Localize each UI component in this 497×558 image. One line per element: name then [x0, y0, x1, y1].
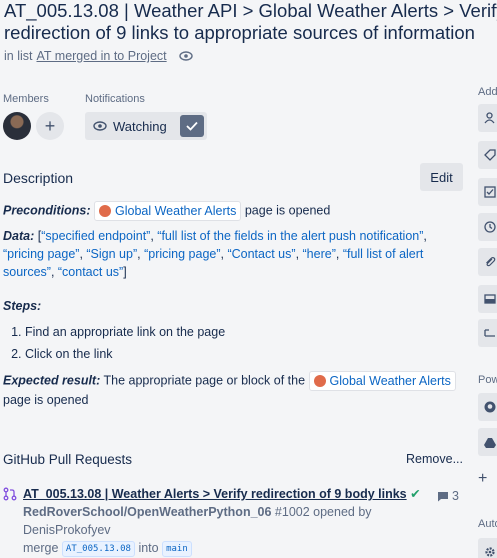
preconditions-suffix: page is opened — [244, 203, 331, 218]
step-item: Click on the link — [25, 345, 463, 363]
expected-chip-label: Global Weather Alerts — [329, 374, 451, 388]
pr-author: DenisProkofyev — [23, 523, 111, 537]
person-icon — [484, 112, 495, 124]
card-title[interactable]: AT_005.13.08 | Weather API > Global Weat… — [4, 0, 497, 44]
sidebar-dates-button[interactable] — [478, 213, 497, 241]
sidebar-checklist-button[interactable] — [478, 178, 497, 206]
sidebar-automation-button[interactable] — [478, 538, 497, 558]
github-heading: GitHub Pull Requests — [3, 452, 133, 467]
expected-result-line: Expected result: The appropriate page or… — [3, 371, 463, 409]
card-title-line-2: redirection of 9 links to appropriate so… — [4, 22, 475, 43]
pr-number: #1002 opened by — [274, 505, 372, 519]
sidebar-add-label: Add — [478, 86, 497, 98]
expected-card-chip[interactable]: Global Weather Alerts — [308, 371, 456, 391]
sidebar-members-button[interactable] — [478, 104, 497, 132]
cover-icon — [484, 294, 496, 304]
card-title-line-1: AT_005.13.08 | Weather API > Global Weat… — [4, 0, 497, 21]
preconditions-line: Preconditions: Global Weather Alerts pag… — [3, 201, 463, 221]
target-branch: main — [162, 540, 192, 557]
sidebar-powerups-label: Pow — [478, 374, 497, 386]
data-item-link[interactable]: “Sign up” — [86, 247, 137, 261]
sidebar-attachment-button[interactable] — [478, 248, 497, 276]
data-item-link[interactable]: “Contact us” — [227, 247, 295, 261]
data-line: Data: [“specified endpoint”, “full list … — [3, 229, 427, 279]
description-body[interactable]: Preconditions: Global Weather Alerts pag… — [3, 201, 463, 409]
edit-description-button[interactable]: Edit — [420, 163, 463, 191]
data-item-link[interactable]: “specified endpoint” — [41, 229, 150, 243]
steps-label: Steps: — [3, 299, 42, 313]
sidebar-add-powerup-button[interactable]: + — [478, 470, 487, 488]
pull-request-icon — [3, 487, 17, 501]
in-list-prefix: in list — [4, 49, 33, 63]
data-item-link[interactable]: “pricing page” — [144, 247, 220, 261]
card-link-icon — [99, 205, 111, 217]
data-items: “specified endpoint”, “full list of the … — [3, 229, 427, 279]
paperclip-icon — [486, 257, 496, 267]
expected-text: The appropriate page or block of the — [103, 373, 306, 388]
in-list-row: in list AT merged in to Project — [4, 49, 193, 63]
expected-suffix: page is opened — [3, 393, 89, 407]
preconditions-chip-label: Global Weather Alerts — [115, 204, 237, 218]
data-item-link[interactable]: “full list of the fields in the alert pu… — [157, 229, 423, 243]
source-branch: AT_005.13.08 — [61, 540, 135, 557]
card-main: AT_005.13.08 | Weather API > Global Weat… — [0, 0, 497, 558]
sidebar-custom-fields-button[interactable] — [478, 319, 497, 347]
notifications-label: Notifications — [85, 93, 145, 105]
github-icon — [484, 401, 496, 413]
data-label: Data: — [3, 229, 35, 243]
description-heading: Description — [3, 170, 74, 186]
sidebar-drive-button[interactable] — [478, 428, 497, 456]
card-sidebar: Add Pow + Auto — [472, 0, 497, 558]
watch-button[interactable]: Watching — [85, 112, 207, 140]
watching-eye-icon — [178, 51, 193, 61]
members-label: Members — [3, 93, 49, 105]
add-member-button[interactable]: + — [36, 112, 64, 140]
tag-icon — [484, 149, 496, 161]
data-item-link[interactable]: “pricing page” — [3, 247, 79, 261]
github-header: GitHub Pull Requests Remove... — [3, 452, 463, 467]
pr-comment-count: 3 — [452, 489, 459, 503]
eye-icon — [93, 121, 107, 131]
sidebar-github-button[interactable] — [478, 393, 497, 421]
pr-title-link[interactable]: AT_005.13.08 | Weather Alerts > Verify r… — [23, 487, 407, 501]
plus-icon: + — [44, 115, 56, 136]
check-icon: ✔ — [410, 487, 421, 501]
drive-icon — [484, 437, 496, 448]
pr-comments: 3 — [437, 487, 459, 505]
sidebar-automation-label: Auto — [478, 518, 497, 530]
checklist-icon — [484, 186, 496, 198]
watching-check-icon — [180, 115, 204, 137]
watch-label: Watching — [113, 118, 167, 134]
list-name-link[interactable]: AT merged in to Project — [36, 49, 166, 63]
clock-icon — [484, 221, 496, 233]
preconditions-label: Preconditions: — [3, 203, 91, 218]
card-link-icon — [313, 375, 326, 387]
member-avatar[interactable] — [3, 112, 31, 140]
github-remove-button[interactable]: Remove... — [406, 452, 463, 467]
pull-request-item: AT_005.13.08 | Weather Alerts > Verify r… — [3, 485, 463, 557]
fields-icon — [484, 329, 495, 337]
expected-label: Expected result: — [3, 373, 101, 388]
gear-icon — [485, 547, 495, 557]
steps-block: Steps: Find an appropriate link on the p… — [3, 297, 463, 363]
sidebar-cover-button[interactable] — [478, 285, 497, 313]
step-item: Find an appropriate link on the page — [25, 323, 463, 341]
preconditions-card-chip[interactable]: Global Weather Alerts — [94, 201, 242, 221]
sidebar-labels-button[interactable] — [478, 141, 497, 169]
data-item-link[interactable]: “contact us” — [58, 265, 123, 279]
pr-repo: RedRoverSchool/OpenWeatherPython_06 — [23, 505, 272, 519]
data-item-link[interactable]: “here” — [303, 247, 336, 261]
comment-icon — [438, 491, 448, 501]
